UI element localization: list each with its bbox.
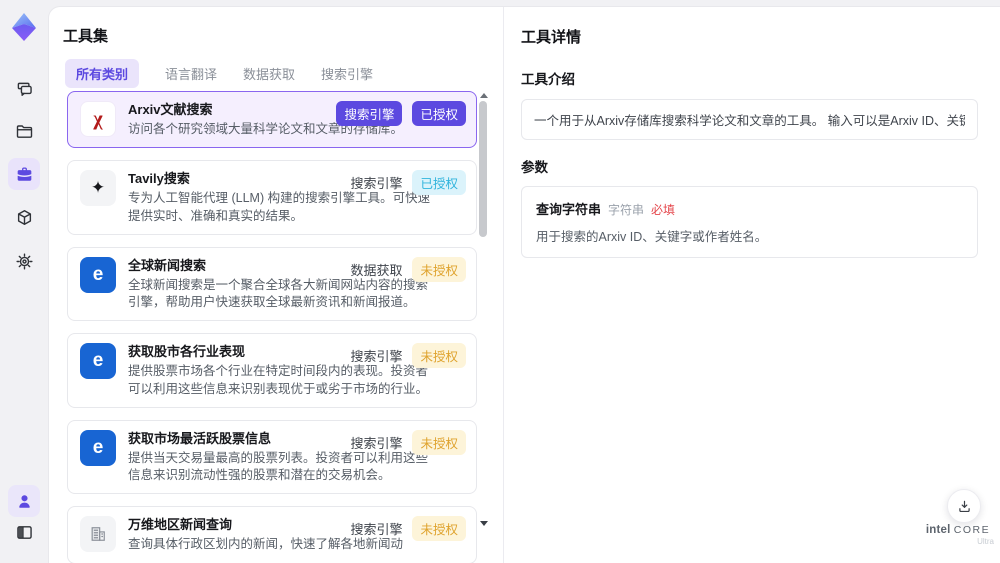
tool-card-arxiv[interactable]: χ Arxiv文献搜索 访问各个研究领域大量科学论文和文章的存储库。 搜索引擎 … bbox=[67, 91, 477, 149]
intro-box: 一个用于从Arxiv存储库搜索科学论文和文章的工具。 输入可以是Arxiv ID… bbox=[521, 99, 978, 140]
tool-card-sector-performance[interactable]: e 获取股市各行业表现 提供股票市场各个行业在特定时间段内的表现。投资者可以利用… bbox=[67, 333, 477, 408]
finance-provider-icon: e bbox=[80, 429, 116, 466]
nav-user-icon[interactable] bbox=[8, 485, 40, 517]
status-badge: 已授权 bbox=[412, 170, 466, 196]
category-label: 搜索引擎 bbox=[350, 522, 403, 538]
tool-card-most-active-stocks[interactable]: e 获取市场最活跃股票信息 提供当天交易量最高的股票列表。投资者可以利用这些信息… bbox=[67, 419, 477, 495]
param-box: 查询字符串 字符串 必填 用于搜索的Arxiv ID、关键字或作者姓名。 bbox=[521, 186, 978, 258]
nav-chat-icon[interactable] bbox=[8, 73, 40, 105]
category-badge: 搜索引擎 bbox=[336, 101, 403, 126]
app-logo-icon bbox=[9, 12, 39, 44]
tool-card-tavily[interactable]: ✦ Tavily搜索 专为人工智能代理 (LLM) 构建的搜索引擎工具。可快速提… bbox=[67, 160, 477, 235]
tool-detail-panel: 工具详情 工具介绍 一个用于从Arxiv存储库搜索科学论文和文章的工具。 输入可… bbox=[505, 7, 1000, 563]
tool-card-regional-news[interactable]: 万维地区新闻查询 查询具体行政区划内的新闻，快速了解各地新闻动 搜索引擎 未授权 bbox=[67, 506, 477, 563]
tavily-star-icon: ✦ bbox=[80, 170, 116, 207]
page-title: 工具集 bbox=[63, 28, 109, 45]
intel-core-logo: intel CORE Ultra bbox=[925, 524, 994, 546]
status-badge: 未授权 bbox=[412, 429, 466, 455]
tool-description: 提供股票市场各个行业在特定时间段内的表现。投资者可以利用这些信息来识别表现优于或… bbox=[128, 364, 429, 396]
finance-provider-icon: e bbox=[80, 343, 116, 380]
intro-heading: 工具介绍 bbox=[521, 72, 575, 87]
param-type: 字符串 bbox=[608, 203, 645, 217]
status-badge: 未授权 bbox=[412, 516, 466, 542]
tab-all-categories[interactable]: 所有类别 bbox=[65, 59, 140, 88]
left-rail bbox=[0, 0, 48, 563]
arxiv-icon: χ bbox=[80, 101, 116, 137]
nav-cube-icon[interactable] bbox=[8, 201, 40, 233]
nav-toolbox-icon[interactable] bbox=[8, 158, 40, 190]
tool-card-global-news[interactable]: e 全球新闻搜索 全球新闻搜索是一个聚合全球各大新闻网站内容的搜索引擎，帮助用户… bbox=[67, 246, 477, 322]
nav-panel-toggle-icon[interactable] bbox=[8, 516, 40, 548]
nav-settings-icon[interactable] bbox=[8, 245, 40, 277]
params-heading: 参数 bbox=[521, 160, 548, 175]
param-required-label: 必填 bbox=[651, 203, 676, 217]
param-name: 查询字符串 bbox=[536, 202, 602, 217]
scrollbar-down-arrow[interactable] bbox=[480, 521, 488, 526]
tab-language-translation[interactable]: 语言翻译 bbox=[165, 64, 217, 83]
tool-description: 全球新闻搜索是一个聚合全球各大新闻网站内容的搜索引擎，帮助用户快速获取全球最新资… bbox=[128, 277, 429, 309]
main-content: 工具集 所有类别 语言翻译 数据获取 搜索引擎 χ Arxiv文献搜索 访问各个… bbox=[48, 6, 1000, 563]
category-tabs: 所有类别 语言翻译 数据获取 搜索引擎 bbox=[65, 59, 373, 88]
intro-text: 一个用于从Arxiv存储库搜索科学论文和文章的工具。 输入可以是Arxiv ID… bbox=[534, 114, 965, 128]
nav-folder-icon[interactable] bbox=[8, 115, 40, 147]
category-label: 数据获取 bbox=[350, 262, 403, 278]
tool-description: 专为人工智能代理 (LLM) 构建的搜索引擎工具。可快速提供实时、准确和真实的结… bbox=[128, 191, 431, 223]
param-description: 用于搜索的Arxiv ID、关键字或作者姓名。 bbox=[536, 230, 768, 244]
tool-list-panel: 工具集 所有类别 语言翻译 数据获取 搜索引擎 χ Arxiv文献搜索 访问各个… bbox=[49, 7, 504, 563]
category-label: 搜索引擎 bbox=[350, 176, 403, 192]
tab-search-engine[interactable]: 搜索引擎 bbox=[321, 64, 373, 83]
category-label: 搜索引擎 bbox=[350, 349, 403, 365]
news-provider-icon: e bbox=[80, 256, 116, 293]
category-label: 搜索引擎 bbox=[350, 435, 403, 451]
scrollbar-thumb[interactable] bbox=[479, 101, 487, 237]
status-badge: 已授权 bbox=[412, 101, 466, 126]
tab-data-fetch[interactable]: 数据获取 bbox=[243, 64, 295, 83]
tool-card-list: χ Arxiv文献搜索 访问各个研究领域大量科学论文和文章的存储库。 搜索引擎 … bbox=[67, 91, 477, 563]
regional-news-icon bbox=[80, 516, 116, 553]
status-badge: 未授权 bbox=[412, 256, 466, 282]
scrollbar-up-arrow[interactable] bbox=[480, 93, 488, 98]
download-button[interactable] bbox=[947, 489, 981, 523]
detail-title: 工具详情 bbox=[521, 29, 582, 46]
status-badge: 未授权 bbox=[412, 343, 466, 369]
tool-description: 提供当天交易量最高的股票列表。投资者可以利用这些信息来识别流动性强的股票和潜在的… bbox=[128, 450, 429, 482]
